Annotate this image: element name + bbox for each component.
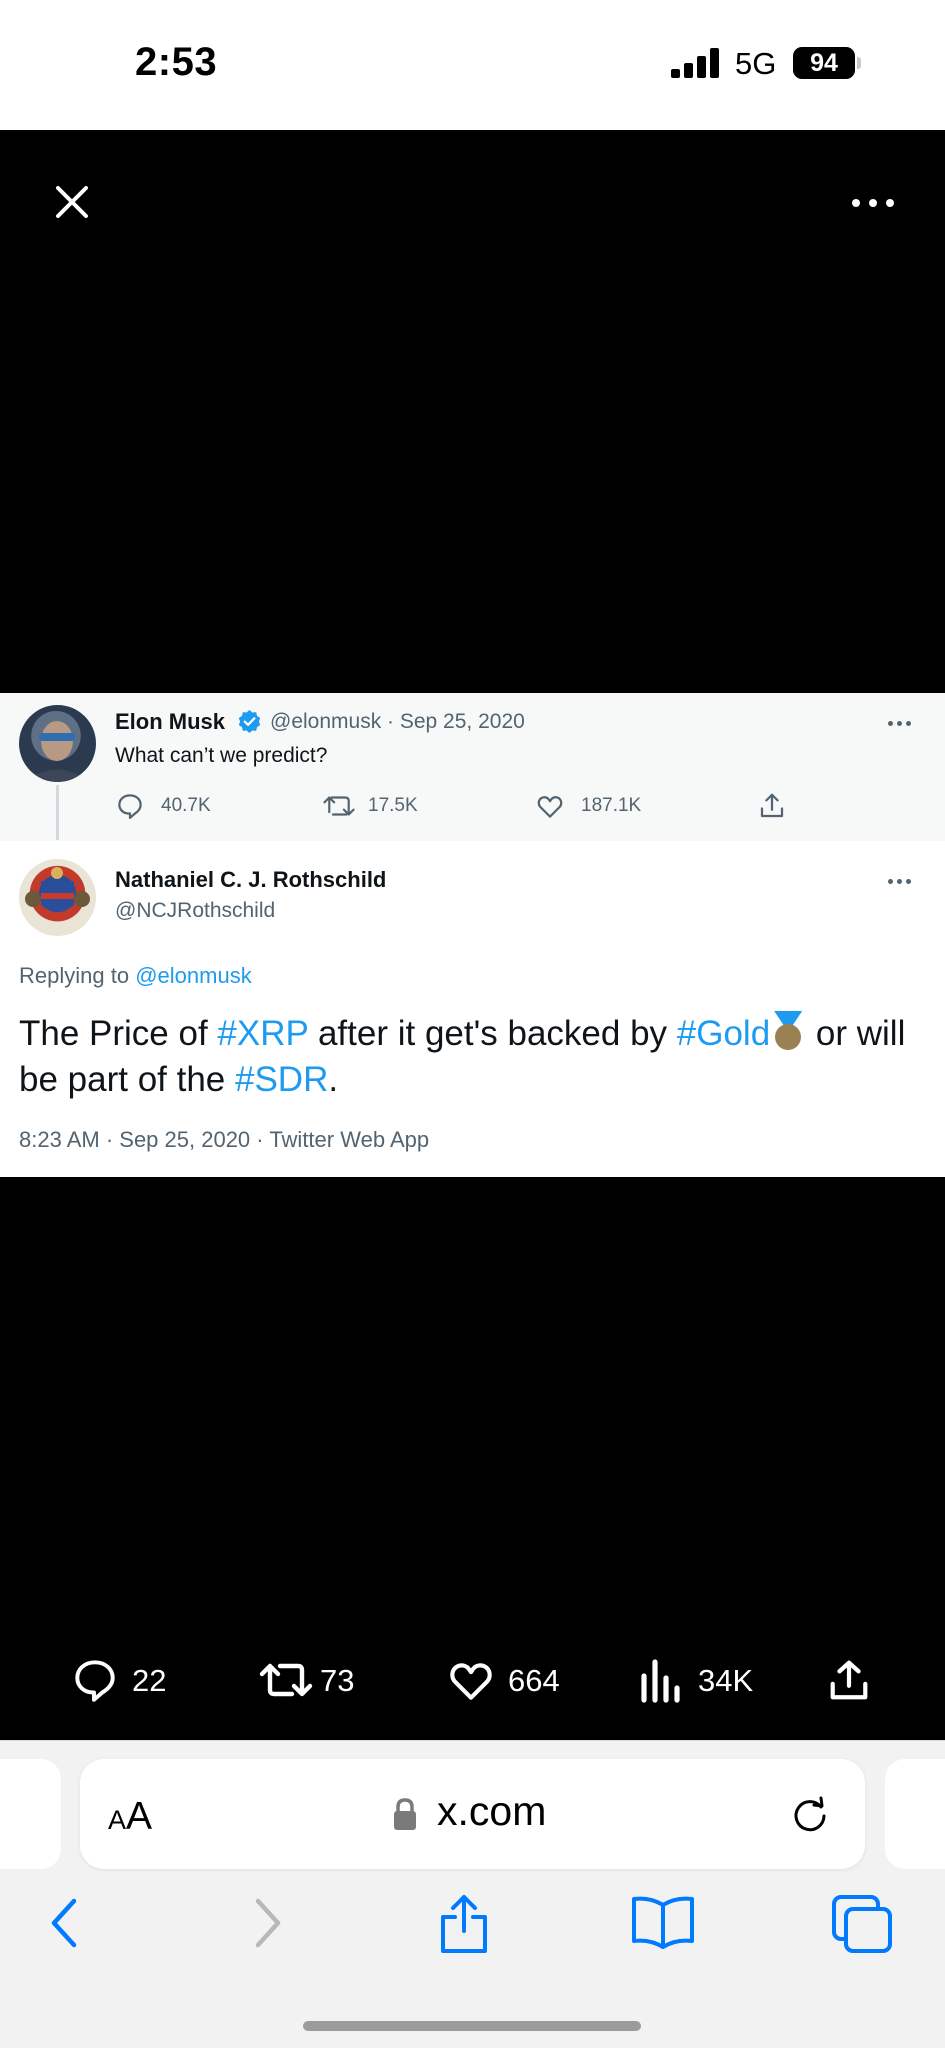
author-name: Elon Musk bbox=[115, 709, 226, 734]
verified-badge-icon bbox=[238, 710, 261, 733]
status-bar: 2:53 5G 94 bbox=[0, 0, 945, 130]
media-viewer: Elon Musk @elonmusk · Sep 25, 2020 What … bbox=[0, 130, 945, 1740]
text-size-large: A bbox=[126, 1795, 153, 1838]
tweet-text: The Price of #XRP after it get's backed … bbox=[19, 1011, 919, 1103]
cellular-signal-icon bbox=[671, 48, 719, 78]
reload-icon[interactable] bbox=[788, 1792, 832, 1836]
tweet-screenshot-image: Elon Musk @elonmusk · Sep 25, 2020 What … bbox=[0, 693, 945, 1177]
like-count: 664 bbox=[508, 1663, 560, 1698]
reply-count: 22 bbox=[132, 1663, 167, 1698]
home-indicator bbox=[303, 2021, 641, 2031]
back-button[interactable] bbox=[44, 1893, 84, 1953]
reply-count: 40.7K bbox=[161, 795, 211, 816]
forward-icon bbox=[255, 1898, 281, 1948]
repost-icon bbox=[259, 1663, 313, 1697]
tweet-timestamp: 8:23 AM · Sep 25, 2020 · Twitter Web App bbox=[19, 1127, 430, 1152]
like-count: 187.1K bbox=[581, 795, 642, 816]
retweet-icon bbox=[323, 796, 355, 816]
tweet-text-part: The Price of bbox=[19, 1014, 218, 1053]
medal-icon bbox=[770, 1011, 806, 1051]
hashtag-xrp: #XRP bbox=[217, 1014, 309, 1053]
hashtag-gold: #Gold bbox=[676, 1014, 771, 1053]
more-icon bbox=[852, 199, 860, 207]
thread-line bbox=[56, 785, 59, 840]
hashtag-sdr: #SDR bbox=[234, 1060, 329, 1099]
tweet-text-part: . bbox=[328, 1060, 339, 1099]
close-icon bbox=[56, 186, 88, 218]
share-sheet-button[interactable] bbox=[437, 1893, 491, 1953]
heart-icon bbox=[537, 796, 563, 818]
share-icon bbox=[830, 1660, 868, 1700]
share-icon bbox=[441, 1895, 487, 1953]
forward-button[interactable] bbox=[248, 1893, 288, 1953]
replying-to-label: Replying to bbox=[19, 963, 130, 988]
avatar bbox=[19, 859, 96, 936]
status-time: 2:53 bbox=[135, 40, 218, 84]
reply-icon bbox=[75, 1660, 115, 1702]
network-type: 5G bbox=[735, 46, 777, 81]
address-bar[interactable]: AA x.com bbox=[80, 1759, 865, 1869]
more-icon bbox=[888, 721, 912, 727]
browser-toolbar: AA x.com bbox=[0, 1740, 945, 2048]
repost-count: 73 bbox=[320, 1663, 355, 1698]
lock-icon bbox=[394, 1798, 416, 1830]
author-handle: @NCJRothschild bbox=[115, 899, 276, 922]
more-icon bbox=[888, 879, 912, 885]
tweet-meta: @elonmusk · Sep 25, 2020 bbox=[270, 710, 525, 733]
replying-to: Replying to @elonmusk bbox=[19, 963, 252, 989]
reply-icon bbox=[118, 794, 142, 819]
author-name: Nathaniel C. J. Rothschild bbox=[115, 867, 387, 892]
close-button[interactable] bbox=[50, 180, 94, 224]
tabs-button[interactable] bbox=[830, 1893, 894, 1953]
heart-icon bbox=[450, 1663, 492, 1700]
bookmarks-button[interactable] bbox=[630, 1893, 696, 1953]
views-icon bbox=[641, 1659, 680, 1703]
avatar bbox=[19, 705, 96, 782]
retweet-count: 17.5K bbox=[368, 795, 418, 816]
mention-link: @elonmusk bbox=[135, 963, 252, 988]
battery-cap bbox=[857, 57, 861, 69]
next-tab-preview[interactable] bbox=[885, 1759, 945, 1869]
back-icon bbox=[51, 1898, 77, 1948]
more-options-button[interactable] bbox=[848, 188, 898, 218]
battery-icon: 94 bbox=[793, 47, 855, 79]
view-count: 34K bbox=[698, 1663, 754, 1698]
share-icon bbox=[760, 793, 784, 818]
url-text: x.com bbox=[437, 1788, 547, 1834]
previous-tab-preview[interactable] bbox=[0, 1759, 61, 1869]
text-size-button[interactable]: AA bbox=[108, 1795, 152, 1839]
text-size-small: A bbox=[108, 1805, 127, 1835]
tweet-text: What can’t we predict? bbox=[115, 744, 328, 767]
tweet-text-part: after it get's backed by bbox=[308, 1014, 677, 1053]
tabs-icon bbox=[832, 1895, 892, 1953]
bookmarks-icon bbox=[632, 1896, 694, 1949]
